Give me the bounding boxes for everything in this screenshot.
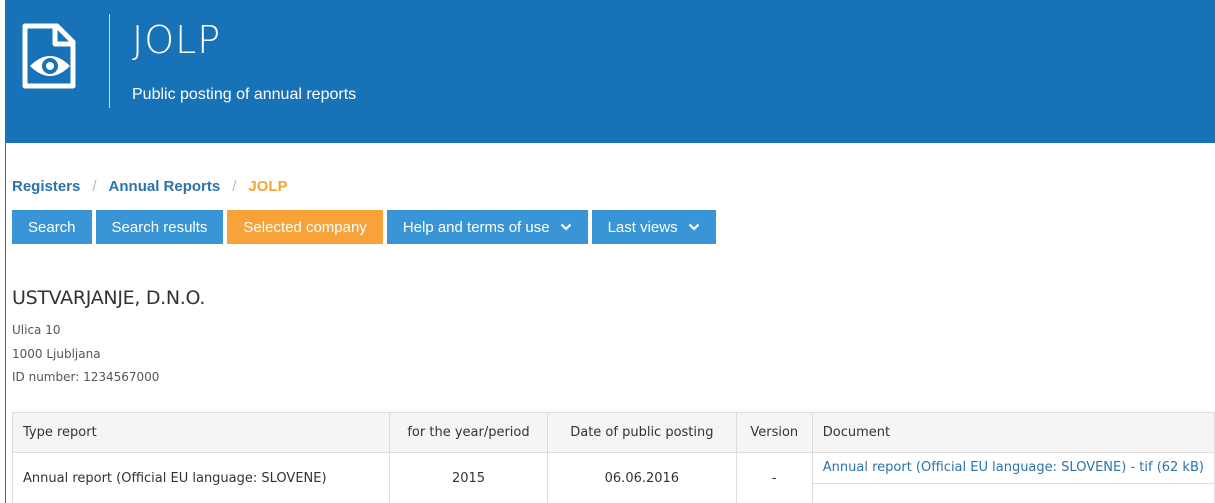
cell-year: 2015 — [388, 452, 549, 503]
breadcrumb-annual-reports-link[interactable]: Annual Reports — [109, 178, 221, 195]
nav-search-label: Search — [28, 218, 76, 236]
cell-document: Annual report (Official EU language: SLO… — [811, 452, 1215, 503]
main-nav: Search Search results Selected company H… — [12, 210, 716, 244]
company-street: Ulica 10 — [12, 323, 61, 337]
nav-search-results-button[interactable]: Search results — [95, 210, 224, 244]
column-header-date: Date of public posting — [547, 412, 737, 453]
nav-search-results-label: Search results — [111, 218, 208, 236]
company-name: USTVARJANJE, D.N.O. — [12, 287, 206, 309]
nav-selected-company-button[interactable]: Selected company — [227, 210, 383, 244]
cell-type: Annual report (Official EU language: SLO… — [12, 452, 390, 503]
app-header: JOLP Public posting of annual reports — [5, 0, 1215, 143]
column-header-version: Version — [735, 412, 813, 453]
app-subtitle: Public posting of annual reports — [132, 86, 357, 103]
column-header-document: Document — [811, 412, 1215, 453]
document-eye-icon — [22, 23, 76, 89]
column-header-year: for the year/period — [388, 412, 549, 453]
document-download-link[interactable]: Annual report (Official EU language: SLO… — [823, 460, 1204, 475]
breadcrumb-current: JOLP — [248, 178, 288, 195]
header-divider — [109, 14, 110, 108]
table-header-row: Type report for the year/period Date of … — [12, 412, 1215, 453]
cell-date: 06.06.2016 — [547, 452, 737, 503]
breadcrumb-separator: / — [232, 178, 237, 195]
cell-version: - — [735, 452, 813, 503]
chevron-down-icon — [688, 223, 699, 231]
nav-search-button[interactable]: Search — [12, 210, 92, 244]
app-title: JOLP — [132, 18, 222, 62]
company-id-number: ID number: 1234567000 — [12, 370, 160, 384]
document-sub-row — [813, 483, 1214, 503]
nav-selected-company-label: Selected company — [243, 218, 367, 236]
nav-last-views-dropdown[interactable]: Last views — [591, 210, 716, 244]
breadcrumb-separator: / — [92, 178, 97, 195]
nav-help-label: Help and terms of use — [402, 218, 550, 236]
breadcrumb: Registers / Annual Reports / JOLP — [12, 178, 288, 195]
table-row: Annual report (Official EU language: SLO… — [12, 452, 1215, 503]
company-city: 1000 Ljubljana — [12, 347, 101, 361]
breadcrumb-registers-link[interactable]: Registers — [12, 178, 80, 195]
annual-reports-table: Type report for the year/period Date of … — [12, 412, 1215, 503]
column-header-type: Type report — [12, 412, 390, 453]
nav-help-dropdown[interactable]: Help and terms of use — [386, 210, 588, 244]
chevron-down-icon — [560, 223, 571, 231]
nav-last-views-label: Last views — [607, 218, 678, 236]
